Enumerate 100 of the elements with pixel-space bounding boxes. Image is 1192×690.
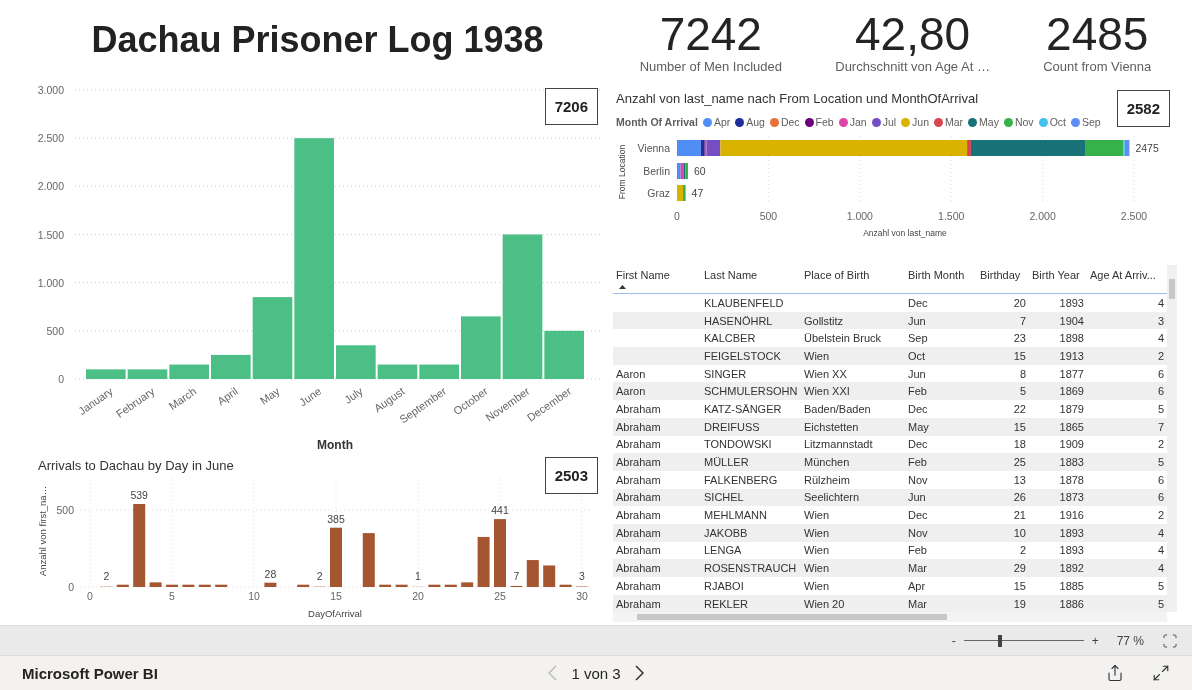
column-header[interactable]: Birth Month — [905, 265, 977, 294]
table-cell: 5 — [1087, 453, 1167, 471]
table-cell: Abraham — [613, 400, 701, 418]
axis-tick-label: 5 — [169, 590, 175, 602]
kpi-label: Count from Vienna — [1043, 58, 1152, 74]
count-card: 2582 — [1116, 90, 1170, 127]
bar — [264, 582, 277, 587]
table-cell: Oct — [905, 347, 977, 365]
column-header[interactable]: Birth Year — [1029, 265, 1087, 294]
table-cell: Übelstein Bruck — [801, 329, 905, 348]
axis-tick-label: 0 — [58, 373, 64, 385]
next-page-button[interactable] — [634, 665, 644, 682]
axis-tick-label: 10 — [248, 590, 260, 602]
axis-title: Anzahl von last_name — [863, 228, 947, 238]
table-cell: Seelichtern — [801, 488, 905, 507]
axis-tick-label: 0 — [87, 590, 93, 602]
table-cell: 1916 — [1029, 506, 1087, 524]
axis-title: Anzahl von first_na… — [37, 485, 48, 577]
axis-tick-label: 20 — [412, 590, 424, 602]
axis-tick-label: 2.500 — [37, 132, 64, 145]
table-cell: Dec — [905, 400, 977, 418]
table-cell: 4 — [1087, 559, 1167, 577]
axis-title: DayOfArrival — [308, 608, 362, 619]
report-title: Dachau Prisoner Log 1938 — [90, 18, 545, 62]
table-cell: Aaron — [613, 382, 701, 401]
axis-tick-label: 1.500 — [37, 228, 64, 241]
table-cell: Wien XXI — [801, 382, 905, 401]
data-label: 2475 — [1135, 142, 1159, 154]
zoom-out-button[interactable]: - — [951, 633, 956, 648]
table-cell: Jun — [905, 311, 977, 330]
table-cell: Eichstetten — [801, 417, 905, 436]
table-cell: Jun — [905, 364, 977, 383]
bar — [182, 584, 195, 587]
horizontal-scrollbar[interactable] — [613, 612, 1167, 623]
bar — [395, 584, 408, 587]
data-label: 28 — [264, 567, 277, 580]
table-cell: 6 — [1087, 364, 1167, 383]
slider-thumb[interactable] — [997, 634, 1002, 647]
axis-tick-label: 500 — [56, 504, 74, 516]
zoom-percent: 77 % — [1116, 633, 1144, 648]
bar — [428, 584, 441, 587]
zoom-in-button[interactable]: + — [1091, 633, 1099, 648]
table-cell: Feb — [905, 453, 977, 471]
table-cell: Wien — [801, 577, 905, 595]
table-cell: 1886 — [1029, 594, 1087, 613]
table-cell: 4 — [1087, 523, 1167, 542]
table-cell: Dec — [905, 506, 977, 524]
bar — [198, 584, 211, 587]
table-cell: KLAUBENFELD — [701, 293, 801, 312]
table-cell: Abraham — [613, 594, 701, 613]
legend-label: Dec — [780, 116, 800, 128]
bar — [494, 519, 506, 587]
kpi-value: 7242 — [659, 8, 762, 59]
table-cell: 15 — [977, 417, 1029, 436]
column-header[interactable]: Last Name — [701, 265, 801, 294]
kpi-value: 42,80 — [855, 8, 971, 59]
column-header[interactable]: Birthday — [977, 265, 1029, 294]
column-header[interactable]: Place of Birth — [801, 265, 905, 294]
axis-tick-label: 0 — [674, 210, 680, 222]
vertical-scrollbar[interactable] — [1167, 265, 1177, 613]
table-cell: 4 — [1087, 293, 1167, 312]
axis-tick-label: 3.000 — [37, 84, 64, 96]
table-cell: 1893 — [1029, 293, 1087, 312]
table-cell: 23 — [977, 329, 1029, 348]
expand-icon — [1152, 664, 1170, 683]
table-cell: Abraham — [613, 470, 701, 489]
table-cell: 29 — [977, 559, 1029, 577]
table-cell: Abraham — [613, 435, 701, 454]
table-cell: 15 — [977, 577, 1029, 595]
table-cell: Nov — [905, 523, 977, 542]
table-cell: 2 — [1087, 435, 1167, 454]
table-cell: Wien — [801, 559, 905, 577]
share-button[interactable] — [1106, 664, 1124, 683]
data-label: 47 — [691, 187, 704, 199]
table-cell: MEHLMANN — [701, 506, 801, 524]
axis-tick-label: 500 — [759, 210, 778, 222]
table-cell: 18 — [977, 435, 1029, 454]
table-cell: Abraham — [613, 453, 701, 471]
table-cell: HASENÖHRL — [701, 311, 801, 330]
axis-title: From Location — [617, 144, 627, 200]
chevron-left-icon — [548, 665, 558, 682]
table-cell: 1893 — [1029, 541, 1087, 560]
sort-ascending-icon — [619, 285, 626, 289]
table-cell: 6 — [1087, 382, 1167, 401]
table-cell: 1873 — [1029, 488, 1087, 507]
app-name: Microsoft Power BI — [22, 664, 159, 682]
data-label: 3 — [579, 569, 585, 582]
table-cell: Wien — [801, 541, 905, 560]
table-cell: 6 — [1087, 470, 1167, 489]
bar — [419, 364, 459, 379]
table-cell: Wien — [801, 523, 905, 542]
axis-tick-label: 1.500 — [938, 210, 965, 222]
table-cell: FALKENBERG — [701, 470, 801, 489]
column-header[interactable]: First Name — [613, 265, 701, 294]
table-cell: Baden/Baden — [801, 400, 905, 418]
table-cell: 1904 — [1029, 311, 1087, 330]
data-label: 385 — [327, 512, 345, 525]
axis-tick-label: 2.500 — [1120, 210, 1148, 222]
fullscreen-button[interactable] — [1152, 664, 1170, 683]
legend-label: Nov — [1014, 116, 1034, 128]
